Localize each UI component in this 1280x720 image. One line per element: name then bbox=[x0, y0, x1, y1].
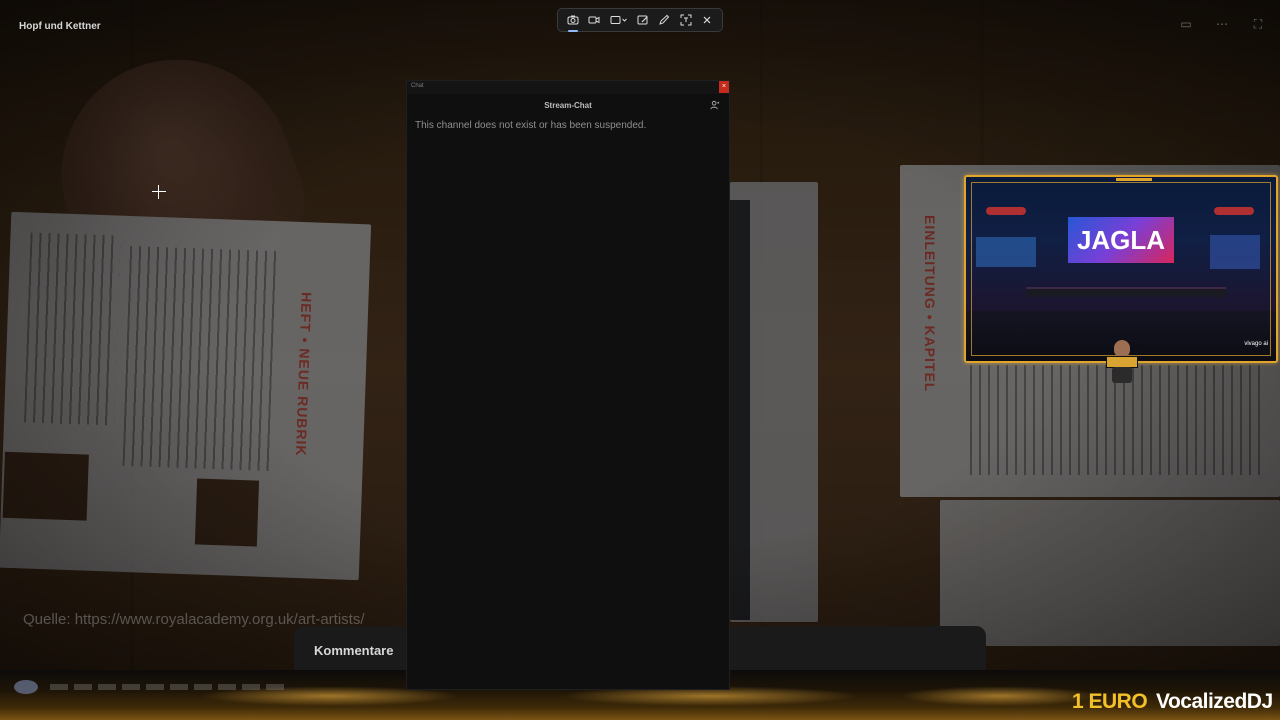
overlay-inner-frame bbox=[971, 182, 1271, 356]
crosshair-cursor-icon bbox=[152, 185, 166, 199]
ticker-glow bbox=[900, 686, 1100, 706]
donor-name: VocalizedDJ bbox=[1156, 690, 1273, 713]
donation-amount: 1 EURO bbox=[1072, 690, 1148, 713]
pen-icon bbox=[659, 14, 670, 25]
screenshot-mode-button[interactable] bbox=[565, 12, 581, 32]
chat-window-label: Chat bbox=[411, 83, 424, 89]
mascot-body bbox=[1112, 367, 1132, 383]
video-title[interactable]: Hopf und Kettner bbox=[19, 21, 101, 32]
chat-popout-window: Chat × Stream-Chat This channel does not… bbox=[406, 80, 730, 690]
chat-header: Stream-Chat bbox=[407, 94, 729, 118]
avatar[interactable] bbox=[14, 680, 38, 694]
close-icon bbox=[703, 16, 711, 24]
webcam-overlay: JAGLA vivago ai bbox=[964, 175, 1278, 363]
record-mode-button[interactable] bbox=[586, 12, 602, 28]
overlay-accent bbox=[1116, 178, 1152, 181]
text-scan-icon bbox=[680, 14, 692, 26]
users-icon[interactable] bbox=[710, 100, 721, 111]
video-icon bbox=[588, 16, 600, 24]
streamer-mascot-icon bbox=[1106, 340, 1138, 384]
shape-mode-dropdown[interactable] bbox=[608, 12, 630, 28]
comments-label[interactable]: Kommentare bbox=[314, 643, 393, 658]
snipping-toolbar bbox=[557, 8, 723, 32]
player-controls: ▭ ⋯ ⛶ bbox=[1176, 17, 1268, 32]
freeform-mode-button[interactable] bbox=[656, 12, 672, 28]
close-snip-button[interactable] bbox=[699, 12, 715, 28]
chat-close-button[interactable]: × bbox=[719, 81, 729, 93]
screen: HEFT • NEUE RUBRIK EINLEITUNG • KAPITEL … bbox=[0, 0, 1280, 720]
window-mode-button[interactable] bbox=[635, 12, 651, 28]
more-options-icon[interactable]: ⋯ bbox=[1212, 17, 1232, 32]
miniplayer-icon[interactable]: ▭ bbox=[1176, 17, 1196, 32]
chat-titlebar[interactable]: Chat × bbox=[407, 81, 729, 94]
chat-status-message: This channel does not exist or has been … bbox=[415, 120, 647, 131]
chat-heading: Stream-Chat bbox=[544, 101, 592, 110]
text-actions-button[interactable] bbox=[678, 12, 694, 28]
brand-watermark: vivago ai bbox=[1244, 341, 1268, 347]
rectangle-dropdown-icon bbox=[610, 16, 627, 24]
window-edit-icon bbox=[637, 15, 648, 25]
ticker-text-blurred bbox=[50, 684, 290, 690]
fullscreen-icon[interactable]: ⛶ bbox=[1248, 17, 1268, 32]
camera-icon bbox=[567, 15, 579, 25]
